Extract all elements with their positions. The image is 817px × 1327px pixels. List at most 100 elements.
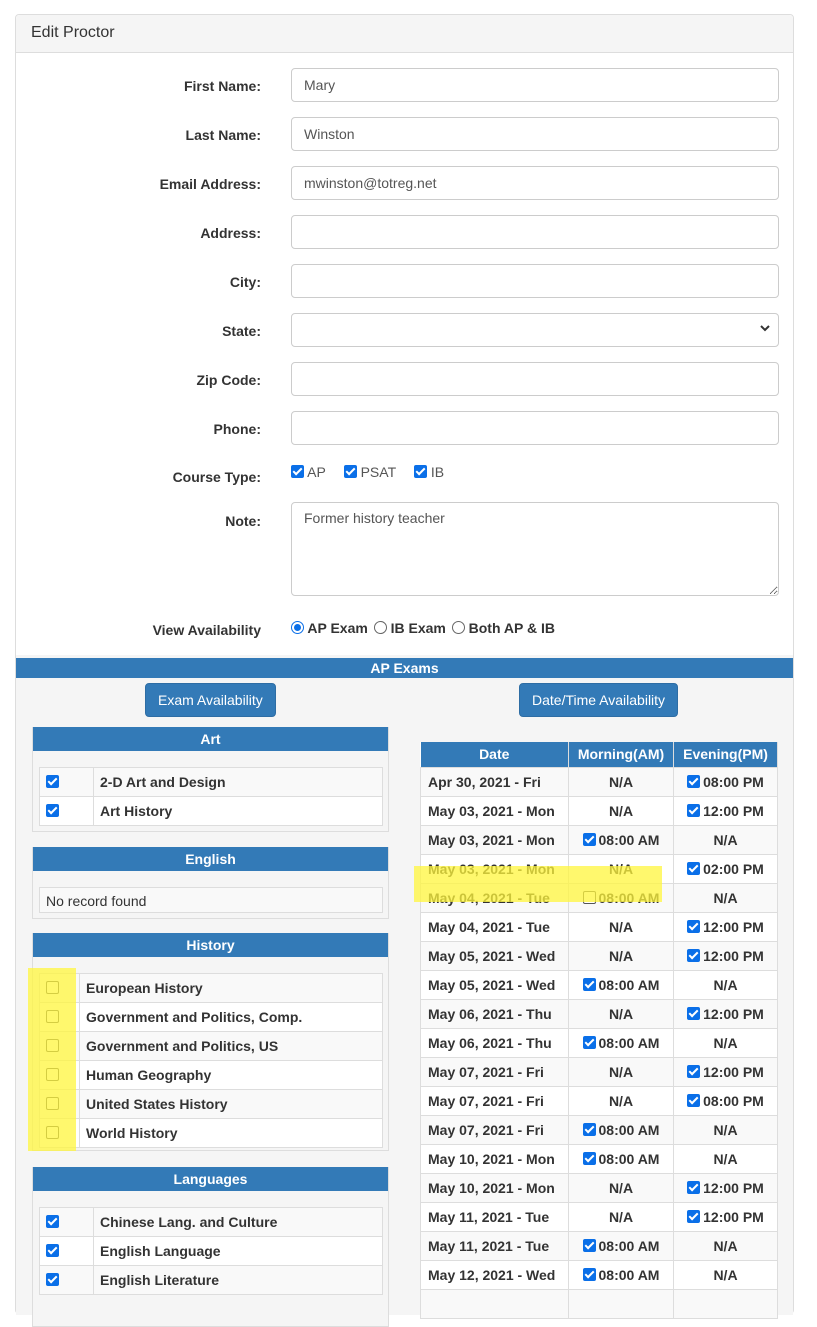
slot-checkbox[interactable] xyxy=(687,1209,701,1223)
checkbox-ib[interactable] xyxy=(414,465,428,478)
slot-checkbox[interactable] xyxy=(687,774,701,788)
exam-checkbox[interactable] xyxy=(46,804,59,817)
schedule-row: May 03, 2021 - Mon N/A 02:00 PM xyxy=(420,853,778,884)
slot-checkbox[interactable] xyxy=(687,919,701,933)
exam-row: World History xyxy=(39,1118,383,1148)
slot-checkbox[interactable] xyxy=(687,861,701,875)
schedule-date: May 10, 2021 - Mon xyxy=(420,1143,569,1174)
schedule-date: May 11, 2021 - Tue xyxy=(420,1201,569,1232)
slot-checkbox[interactable] xyxy=(582,1122,596,1136)
exam-row: United States History xyxy=(39,1089,383,1119)
slot-checkbox[interactable] xyxy=(582,832,596,846)
course-type-psat[interactable]: PSAT xyxy=(343,464,396,480)
exam-checkbox[interactable] xyxy=(46,775,59,788)
schedule-date: May 06, 2021 - Thu xyxy=(420,1027,569,1058)
not-available-text: N/A xyxy=(673,1230,778,1261)
note-textarea[interactable]: Former history teacher xyxy=(291,502,779,596)
zip-input[interactable] xyxy=(291,362,779,396)
slot-checkbox[interactable] xyxy=(582,977,596,991)
exam-checkbox[interactable] xyxy=(46,981,59,994)
edit-proctor-panel: Edit Proctor First Name: Last Name: Emai… xyxy=(15,14,794,1327)
empty-cell xyxy=(568,1288,674,1319)
exam-row: English Language xyxy=(39,1236,383,1266)
panel-title: Edit Proctor xyxy=(16,15,793,53)
morning-slot: 08:00 AM xyxy=(568,1114,674,1145)
exam-checkbox[interactable] xyxy=(46,1097,59,1110)
not-available-text: N/A xyxy=(673,1143,778,1174)
exam-checkbox[interactable] xyxy=(46,1010,59,1023)
slot-checkbox[interactable] xyxy=(582,1238,596,1252)
first-name-input[interactable] xyxy=(291,68,779,102)
category-art-table: 2-D Art and Design Art History xyxy=(39,767,383,826)
evening-slot: 12:00 PM xyxy=(673,911,778,942)
schedule-row: May 04, 2021 - Tue N/A 12:00 PM xyxy=(420,911,778,942)
city-input[interactable] xyxy=(291,264,779,298)
phone-input[interactable] xyxy=(291,411,779,445)
exam-label: English Language xyxy=(93,1236,383,1266)
slot-checkbox[interactable] xyxy=(582,1267,596,1281)
category-art-header: Art xyxy=(33,727,388,751)
course-type-ap[interactable]: AP xyxy=(291,464,326,480)
email-label: Email Address: xyxy=(159,176,261,192)
empty-cell xyxy=(673,1288,778,1319)
exam-checkbox[interactable] xyxy=(46,1244,59,1257)
address-input[interactable] xyxy=(291,215,779,249)
exam-availability-button[interactable]: Exam Availability xyxy=(145,683,276,717)
exam-checkbox[interactable] xyxy=(46,1215,59,1228)
state-select[interactable] xyxy=(291,313,779,347)
radio-ap-exam-button[interactable] xyxy=(291,621,304,634)
slot-time: 08:00 AM xyxy=(598,1121,660,1138)
exam-checkbox[interactable] xyxy=(46,1068,59,1081)
email-input[interactable] xyxy=(291,166,779,200)
slot-checkbox[interactable] xyxy=(687,948,701,962)
checkbox-psat[interactable] xyxy=(343,465,357,478)
exam-row: English Literature xyxy=(39,1265,383,1295)
schedule-date: May 05, 2021 - Wed xyxy=(420,969,569,1000)
zip-label: Zip Code: xyxy=(196,372,261,388)
checkbox-ap[interactable] xyxy=(291,465,304,478)
category-art: Art 2-D Art and Design Art History xyxy=(32,727,389,832)
exam-label: 2-D Art and Design xyxy=(93,767,383,797)
schedule-date: May 07, 2021 - Fri xyxy=(420,1056,569,1087)
not-available-text: N/A xyxy=(568,1056,674,1087)
slot-checkbox[interactable] xyxy=(687,1064,701,1078)
radio-ap-exam[interactable]: AP Exam xyxy=(291,620,368,636)
radio-ib-exam[interactable]: IB Exam xyxy=(373,620,446,636)
ap-exams-header: AP Exams xyxy=(16,658,793,678)
radio-both-button[interactable] xyxy=(451,621,465,634)
slot-checkbox[interactable] xyxy=(582,1151,596,1165)
header-date: Date xyxy=(420,742,569,767)
radio-ib-exam-button[interactable] xyxy=(373,621,387,634)
schedule-date: May 03, 2021 - Mon xyxy=(420,824,569,855)
evening-slot: 12:00 PM xyxy=(673,795,778,826)
course-type-ap-label: AP xyxy=(307,464,326,480)
view-availability-options: AP Exam IB Exam Both AP & IB xyxy=(291,620,557,636)
exam-row: 2-D Art and Design xyxy=(39,767,383,797)
address-label: Address: xyxy=(200,225,261,241)
evening-slot: 12:00 PM xyxy=(673,998,778,1029)
no-record-message: No record found xyxy=(39,887,383,913)
course-type-ib[interactable]: IB xyxy=(414,464,444,480)
slot-checkbox[interactable] xyxy=(582,890,596,904)
course-type-label: Course Type: xyxy=(172,469,261,485)
datetime-availability-button[interactable]: Date/Time Availability xyxy=(519,683,679,717)
course-type-ib-label: IB xyxy=(430,464,445,480)
slot-checkbox[interactable] xyxy=(687,803,701,817)
exam-checkbox[interactable] xyxy=(46,1273,59,1286)
slot-checkbox[interactable] xyxy=(582,1035,596,1049)
exam-checkbox[interactable] xyxy=(46,1126,59,1139)
schedule-date: May 06, 2021 - Thu xyxy=(420,998,569,1029)
slot-checkbox[interactable] xyxy=(687,1180,701,1194)
exam-checkbox[interactable] xyxy=(46,1039,59,1052)
radio-both[interactable]: Both AP & IB xyxy=(451,620,555,636)
schedule-date: May 04, 2021 - Tue xyxy=(420,882,569,913)
category-history-table: European History Government and Politics… xyxy=(39,973,383,1148)
not-available-text: N/A xyxy=(673,1114,778,1145)
slot-checkbox[interactable] xyxy=(687,1093,701,1107)
last-name-input[interactable] xyxy=(291,117,779,151)
category-history-header: History xyxy=(33,933,388,957)
schedule-row: Apr 30, 2021 - Fri N/A 08:00 PM xyxy=(420,766,778,797)
morning-slot: 08:00 AM xyxy=(568,1230,674,1261)
slot-checkbox[interactable] xyxy=(687,1006,701,1020)
evening-slot: 12:00 PM xyxy=(673,940,778,971)
